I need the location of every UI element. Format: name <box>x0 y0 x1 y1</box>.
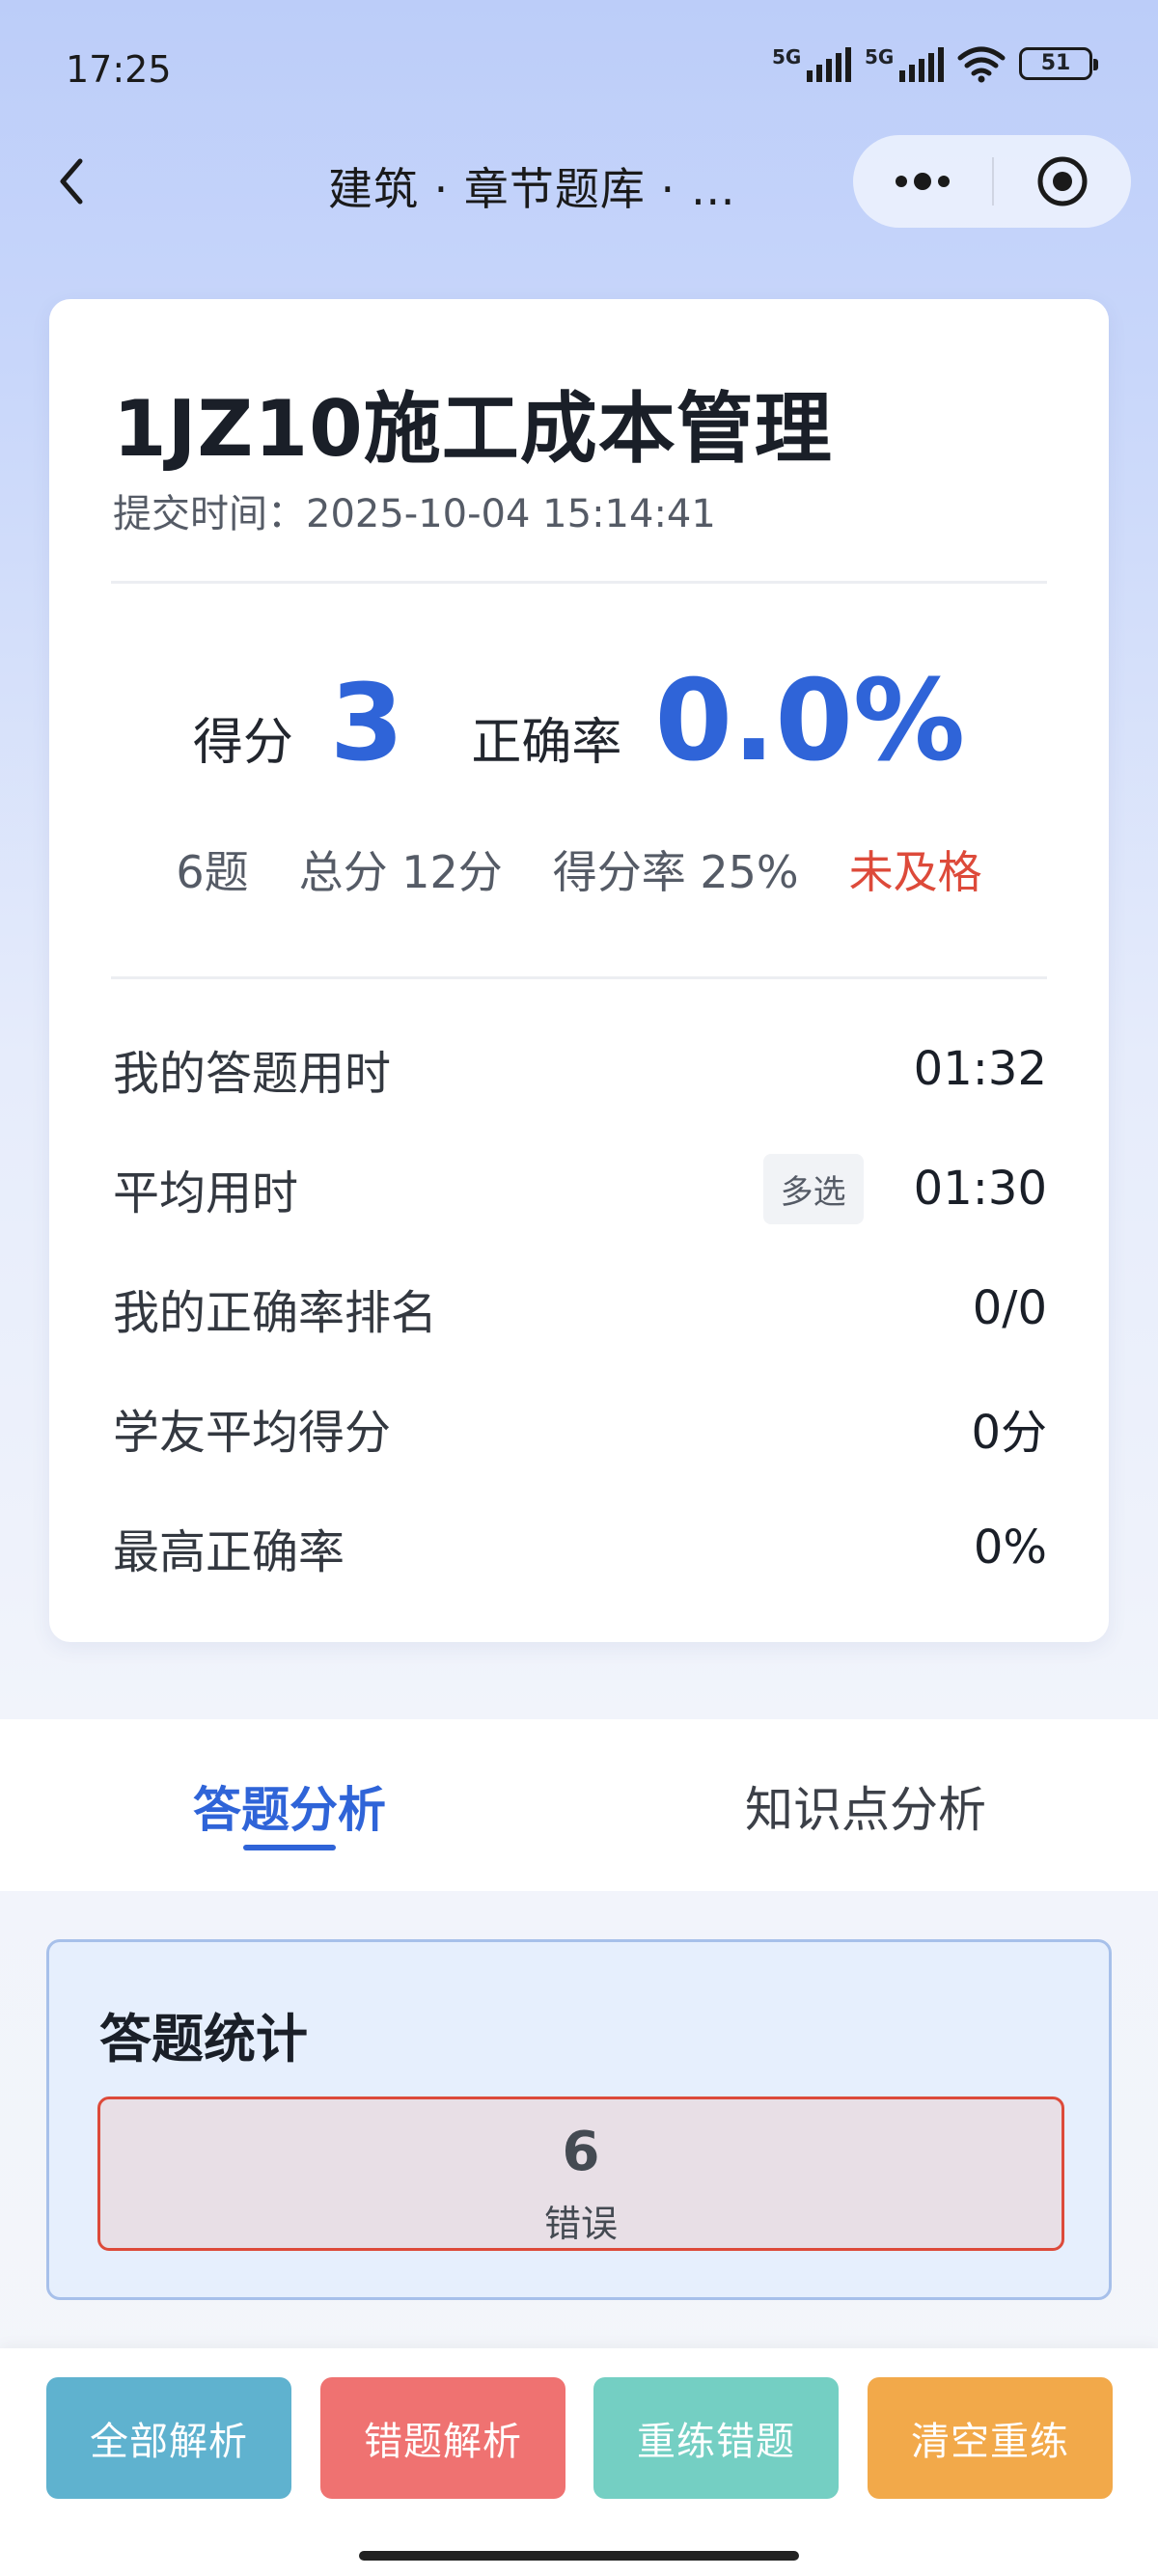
score-summary-row: 6题 总分 12分 得分率 25% 未及格 <box>49 837 1109 901</box>
result-card: 1JZ10施工成本管理 提交时间：2025-10-04 15:14:41 得分 … <box>49 299 1109 1642</box>
tab-answer-analysis[interactable]: 答题分析 <box>193 1771 386 1841</box>
more-dots-icon <box>896 173 950 190</box>
chevron-left-icon <box>60 158 83 205</box>
stat-label: 我的正确率排名 <box>113 1286 438 1340</box>
stat-row-average-time: 平均用时 多选 01:30 <box>113 1153 1047 1224</box>
clear-redo-button[interactable]: 清空重练 <box>868 2377 1113 2499</box>
status-icons: 5G 5G 51 <box>772 44 1098 83</box>
stat-value: 0% <box>973 1521 1047 1575</box>
submit-time: 提交时间：2025-10-04 15:14:41 <box>113 492 716 536</box>
stat-value: 01:30 <box>913 1162 1047 1216</box>
all-analysis-button[interactable]: 全部解析 <box>46 2377 291 2499</box>
stat-row-rank: 我的正确率排名 0/0 <box>113 1277 1047 1340</box>
mini-program-capsule <box>853 135 1131 228</box>
battery-icon: 51 <box>1019 47 1098 80</box>
network-type-label: 5G <box>772 45 802 69</box>
tab-knowledge-analysis[interactable]: 知识点分析 <box>745 1771 986 1841</box>
stat-label: 我的答题用时 <box>113 1047 392 1101</box>
accuracy-value: 0.0% <box>654 656 966 786</box>
redo-wrong-button[interactable]: 重练错题 <box>593 2377 839 2499</box>
stat-value: 01:32 <box>913 1042 1047 1096</box>
status-bar: 17:25 5G 5G 51 <box>0 0 1158 135</box>
divider <box>111 976 1047 979</box>
close-mini-program-button[interactable] <box>994 135 1131 228</box>
question-count: 6题 <box>176 846 249 898</box>
stat-value: 0/0 <box>972 1281 1047 1335</box>
score-label: 得分 <box>192 714 293 772</box>
cellular-signal-icon: 5G <box>772 45 851 82</box>
wrong-count-box[interactable]: 6 错误 <box>97 2096 1064 2251</box>
stat-row-peer-average: 学友平均得分 0分 <box>113 1397 1047 1460</box>
home-indicator[interactable] <box>359 2551 799 2561</box>
wrong-label: 错误 <box>543 2203 618 2245</box>
pass-status-badge: 未及格 <box>848 846 982 898</box>
nav-bar: 建筑 · 章节题库 · … <box>0 135 1158 228</box>
cellular-signal-icon: 5G <box>865 45 944 82</box>
back-button[interactable] <box>42 152 100 210</box>
bottom-action-bar: 全部解析 错题解析 重练错题 清空重练 <box>0 2348 1158 2576</box>
wifi-icon <box>957 46 1006 83</box>
accuracy-label: 正确率 <box>471 714 622 772</box>
stat-value: 0分 <box>971 1406 1047 1460</box>
network-type-label: 5G <box>865 45 895 69</box>
score-value: 3 <box>329 661 404 784</box>
stat-row-highest-accuracy: 最高正确率 0% <box>113 1517 1047 1579</box>
page-title: 建筑 · 章节题库 · … <box>328 163 736 215</box>
stat-right: 多选 01:30 <box>762 1153 1047 1224</box>
chapter-title: 1JZ10施工成本管理 <box>113 384 833 474</box>
stat-label: 学友平均得分 <box>113 1406 392 1460</box>
wrong-count: 6 <box>562 2121 600 2183</box>
analysis-tabs: 答题分析 知识点分析 <box>0 1719 1158 1891</box>
status-time: 17:25 <box>66 48 172 91</box>
wrong-analysis-button[interactable]: 错题解析 <box>320 2377 565 2499</box>
total-score: 总分 12分 <box>298 846 503 898</box>
stat-label: 平均用时 <box>113 1166 299 1220</box>
answer-stats-panel: 答题统计 6 错误 <box>46 1939 1112 2300</box>
score-row: 得分 3 正确率 0.0% <box>49 656 1109 786</box>
score-rate: 得分率 25% <box>552 846 799 898</box>
answer-stats-title: 答题统计 <box>99 2009 308 2069</box>
active-tab-indicator <box>243 1845 336 1850</box>
stat-row-my-time: 我的答题用时 01:32 <box>113 1038 1047 1101</box>
more-button[interactable] <box>853 135 992 228</box>
question-type-tag: 多选 <box>762 1153 864 1224</box>
target-icon <box>1037 156 1088 206</box>
divider <box>111 581 1047 584</box>
stat-label: 最高正确率 <box>113 1525 345 1579</box>
